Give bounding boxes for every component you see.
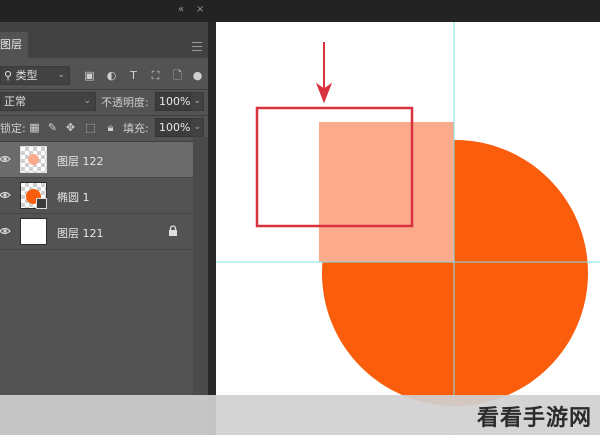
filter-kind-label: 类型 bbox=[15, 69, 38, 82]
lock-transparent-pixels-icon[interactable]: ▦ bbox=[27, 120, 42, 135]
canvas-artwork bbox=[216, 22, 600, 435]
panel-tab-row: 图层 bbox=[0, 22, 208, 58]
tab-layers[interactable]: 图层 bbox=[0, 32, 28, 58]
arrow-down-icon bbox=[315, 42, 333, 104]
filter-kind-select[interactable]: ⚲ 类型 ⌄ bbox=[0, 66, 70, 85]
blend-row: 正常 ⌄ 不透明度: 100% ⌄ bbox=[0, 90, 208, 114]
top-strip: « × bbox=[0, 0, 600, 22]
fill-label: 填充: bbox=[123, 122, 149, 135]
panel-menu-icon[interactable] bbox=[192, 42, 202, 51]
lock-position-icon[interactable]: ✥ bbox=[63, 120, 78, 135]
watermark: 看看手游网 bbox=[476, 406, 592, 431]
opacity-input[interactable]: 100% bbox=[155, 92, 191, 111]
search-icon: ⚲ bbox=[4, 69, 13, 82]
blend-mode-value: 正常 bbox=[4, 95, 26, 108]
visibility-eye-icon[interactable] bbox=[0, 188, 14, 202]
layer-name[interactable]: 图层 122 bbox=[57, 153, 104, 169]
smart-object-filter-icon[interactable]: 🗋 bbox=[170, 68, 185, 83]
adjustment-filter-icon[interactable]: ◐ bbox=[104, 68, 119, 83]
opacity-label: 不透明度: bbox=[101, 96, 149, 109]
lock-artboard-icon[interactable]: ⬚ bbox=[83, 120, 98, 135]
lock-row: 锁定: ▦ ✎ ✥ ⬚ 🔒︎ 填充: 100% ⌄ bbox=[0, 116, 208, 140]
shape-filter-icon[interactable]: ⛶ bbox=[148, 68, 163, 83]
pixel-filter-icon[interactable]: ▣ bbox=[82, 68, 97, 83]
chevron-down-icon: ⌄ bbox=[83, 96, 91, 106]
layer-thumbnail bbox=[20, 146, 47, 173]
salmon-square bbox=[319, 122, 454, 262]
layer-thumbnail bbox=[20, 182, 47, 209]
layer-name[interactable]: 图层 121 bbox=[57, 225, 104, 241]
blend-mode-select[interactable]: 正常 ⌄ bbox=[0, 92, 96, 111]
filter-toggle-icon[interactable]: ● bbox=[190, 68, 205, 83]
layer-row[interactable]: 图层 121 bbox=[0, 214, 193, 250]
layer-row[interactable]: 椭圆 1 bbox=[0, 178, 193, 214]
chevron-down-icon: ⌄ bbox=[193, 96, 201, 106]
thumbnail-shape bbox=[28, 154, 39, 165]
visibility-eye-icon[interactable] bbox=[0, 152, 14, 166]
fill-dropdown[interactable]: ⌄ bbox=[190, 118, 204, 137]
layer-thumbnail bbox=[20, 218, 47, 245]
chevron-down-icon: ⌄ bbox=[193, 122, 201, 132]
collapse-panels-icon[interactable]: « bbox=[178, 4, 184, 15]
layer-filter-row: ⚲ 类型 ⌄ ▣ ◐ T ⛶ 🗋 ● bbox=[0, 64, 208, 88]
chevron-down-icon: ⌄ bbox=[57, 70, 65, 80]
scrollbar[interactable] bbox=[193, 137, 208, 435]
fill-input[interactable]: 100% bbox=[155, 118, 191, 137]
layer-name[interactable]: 椭圆 1 bbox=[57, 189, 90, 205]
visibility-eye-icon[interactable] bbox=[0, 224, 14, 238]
lock-label: 锁定: bbox=[0, 122, 26, 135]
lock-all-icon[interactable]: 🔒︎ bbox=[103, 120, 118, 135]
type-filter-icon[interactable]: T bbox=[126, 68, 141, 83]
layers-panel: 图层 ⚲ 类型 ⌄ ▣ ◐ T ⛶ 🗋 ● 正常 ⌄ 不透明度: 100% ⌄ … bbox=[0, 22, 208, 435]
shape-layer-badge-icon bbox=[36, 198, 47, 209]
document-canvas[interactable] bbox=[216, 22, 600, 435]
lock-image-pixels-icon[interactable]: ✎ bbox=[45, 120, 60, 135]
opacity-dropdown[interactable]: ⌄ bbox=[190, 92, 204, 111]
layer-row[interactable]: 图层 122 bbox=[0, 142, 193, 178]
lock-icon bbox=[169, 225, 177, 236]
close-panel-icon[interactable]: × bbox=[196, 4, 204, 15]
